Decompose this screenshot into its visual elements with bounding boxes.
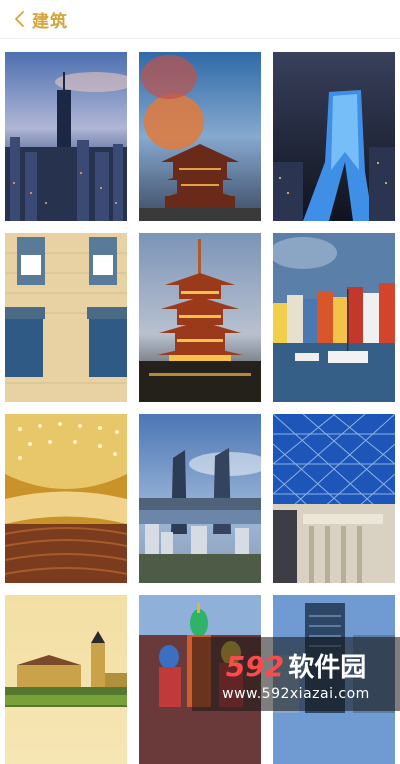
watermark-overlay: 592 软件园 www.592xiazai.com <box>192 637 400 711</box>
chevron-left-icon <box>15 11 24 27</box>
watermark-brand: 软件园 <box>288 652 367 683</box>
gallery-image-8[interactable] <box>139 414 261 583</box>
gallery-image-6[interactable] <box>273 233 395 402</box>
top-bar: 建筑 <box>0 0 400 39</box>
page-title: 建筑 <box>32 11 68 32</box>
gallery-image-3[interactable] <box>273 52 395 221</box>
gallery-image-9[interactable] <box>273 414 395 583</box>
gallery-image-1[interactable] <box>5 52 127 221</box>
gallery-image-2[interactable] <box>139 52 261 221</box>
gallery-image-7[interactable] <box>5 414 127 583</box>
gallery-image-4[interactable] <box>5 233 127 402</box>
watermark-url: www.592xiazai.com <box>222 685 370 702</box>
gallery-image-10[interactable] <box>5 595 127 764</box>
watermark-number: 592 <box>225 649 285 683</box>
gallery-image-5[interactable] <box>139 233 261 402</box>
